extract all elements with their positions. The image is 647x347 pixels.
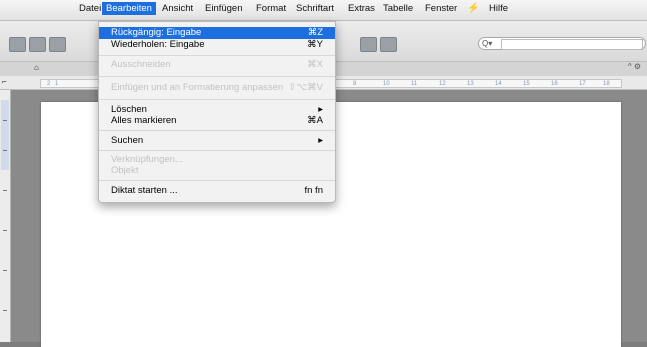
search-input[interactable]: Q▾	[478, 37, 646, 50]
menu-item-cut: Ausschneiden ⌘X	[99, 59, 335, 71]
ruler-number: 1	[55, 81, 59, 87]
menu-separator	[99, 130, 335, 131]
menu-item-undo[interactable]: Rückgängig: Eingabe ⌘Z	[99, 27, 335, 39]
menu-datei[interactable]: Datei	[79, 3, 101, 14]
menu-item-label: Suchen	[111, 135, 144, 146]
menu-einfuegen[interactable]: Einfügen	[205, 3, 243, 14]
menu-item-redo[interactable]: Wiederholen: Eingabe ⌘Y	[99, 39, 335, 51]
menu-fenster[interactable]: Fenster	[425, 3, 457, 14]
menu-item-shortcut: ⌘Z	[307, 27, 323, 38]
ruler-tick	[3, 310, 7, 311]
menu-ansicht[interactable]: Ansicht	[162, 3, 193, 14]
home-icon[interactable]: ⌂	[34, 63, 39, 72]
ruler-tick	[3, 270, 7, 271]
ruler-number: 14	[495, 81, 502, 87]
toolbar-button-b[interactable]	[380, 37, 397, 52]
menu-separator	[99, 99, 335, 100]
ruler-number: 2	[47, 81, 51, 87]
menu-item-shortcut: ⌘X	[307, 59, 323, 70]
open-icon[interactable]	[49, 37, 66, 52]
menu-item-shortcut: ⌘Y	[307, 39, 323, 50]
ribbon-options-icons[interactable]: ^ ⚙	[628, 62, 641, 71]
menu-item-find[interactable]: Suchen ▸	[99, 135, 335, 147]
menu-bearbeiten[interactable]: Bearbeiten	[102, 2, 156, 15]
menu-extras[interactable]: Extras	[348, 3, 375, 14]
menu-hilfe[interactable]: Hilfe	[489, 3, 508, 14]
menu-separator	[99, 150, 335, 151]
submenu-arrow-icon: ▸	[318, 135, 323, 146]
ruler-number: 16	[551, 81, 558, 87]
ruler-number: 8	[353, 81, 357, 87]
ruler-tick	[3, 150, 7, 151]
vertical-ruler	[0, 90, 11, 342]
menu-item-object: Objekt	[99, 165, 335, 177]
tab-stop-icon[interactable]: ⌐	[2, 77, 7, 86]
ruler-number: 17	[579, 81, 586, 87]
ruler-number: 13	[467, 81, 474, 87]
menu-bar: Datei Bearbeiten Ansicht Einfügen Format…	[0, 0, 647, 21]
menu-item-start-dictation[interactable]: Diktat starten ... fn fn	[99, 185, 335, 197]
toolbar-button-a[interactable]	[360, 37, 377, 52]
menu-item-label: Alles markieren	[111, 115, 177, 126]
menu-item-label: Ausschneiden	[111, 59, 171, 70]
templates-icon[interactable]	[29, 37, 46, 52]
search-icon: Q▾	[482, 39, 493, 48]
ruler-number: 12	[439, 81, 446, 87]
ruler-number: 11	[411, 81, 418, 87]
menu-item-shortcut: ⌘A	[307, 115, 323, 126]
menu-item-label: Rückgängig: Eingabe	[111, 27, 202, 38]
menu-item-label: Diktat starten ...	[111, 185, 178, 196]
menu-item-paste-match-format: Einfügen und an Formatierung anpassen ⇧⌥…	[99, 82, 335, 94]
menu-item-select-all[interactable]: Alles markieren ⌘A	[99, 115, 335, 127]
menu-separator	[99, 180, 335, 181]
menu-item-label: Objekt	[111, 165, 139, 176]
ruler-tick	[3, 190, 7, 191]
search-field[interactable]	[501, 39, 643, 50]
vertical-ruler-margin	[1, 100, 9, 170]
menu-schriftart[interactable]: Schriftart	[296, 3, 334, 14]
ruler-number: 18	[603, 81, 610, 87]
menu-separator	[99, 55, 335, 56]
ruler-tick	[3, 230, 7, 231]
menu-tabelle[interactable]: Tabelle	[383, 3, 413, 14]
menu-separator	[99, 76, 335, 77]
ruler-number: 10	[383, 81, 390, 87]
edit-menu: Rückgängig: Eingabe ⌘Z Wiederholen: Eing…	[98, 21, 336, 203]
ruler-number: 15	[523, 81, 530, 87]
menu-format[interactable]: Format	[256, 3, 286, 14]
menu-item-shortcut: ⇧⌥⌘V	[288, 82, 323, 93]
menu-item-label: Wiederholen: Eingabe	[111, 39, 205, 50]
menu-item-label: Einfügen und an Formatierung anpassen	[111, 82, 284, 93]
menu-item-shortcut: fn fn	[304, 185, 324, 196]
new-document-icon[interactable]	[9, 37, 26, 52]
script-icon[interactable]: ⚡	[467, 3, 479, 14]
ruler-tick	[3, 120, 7, 121]
